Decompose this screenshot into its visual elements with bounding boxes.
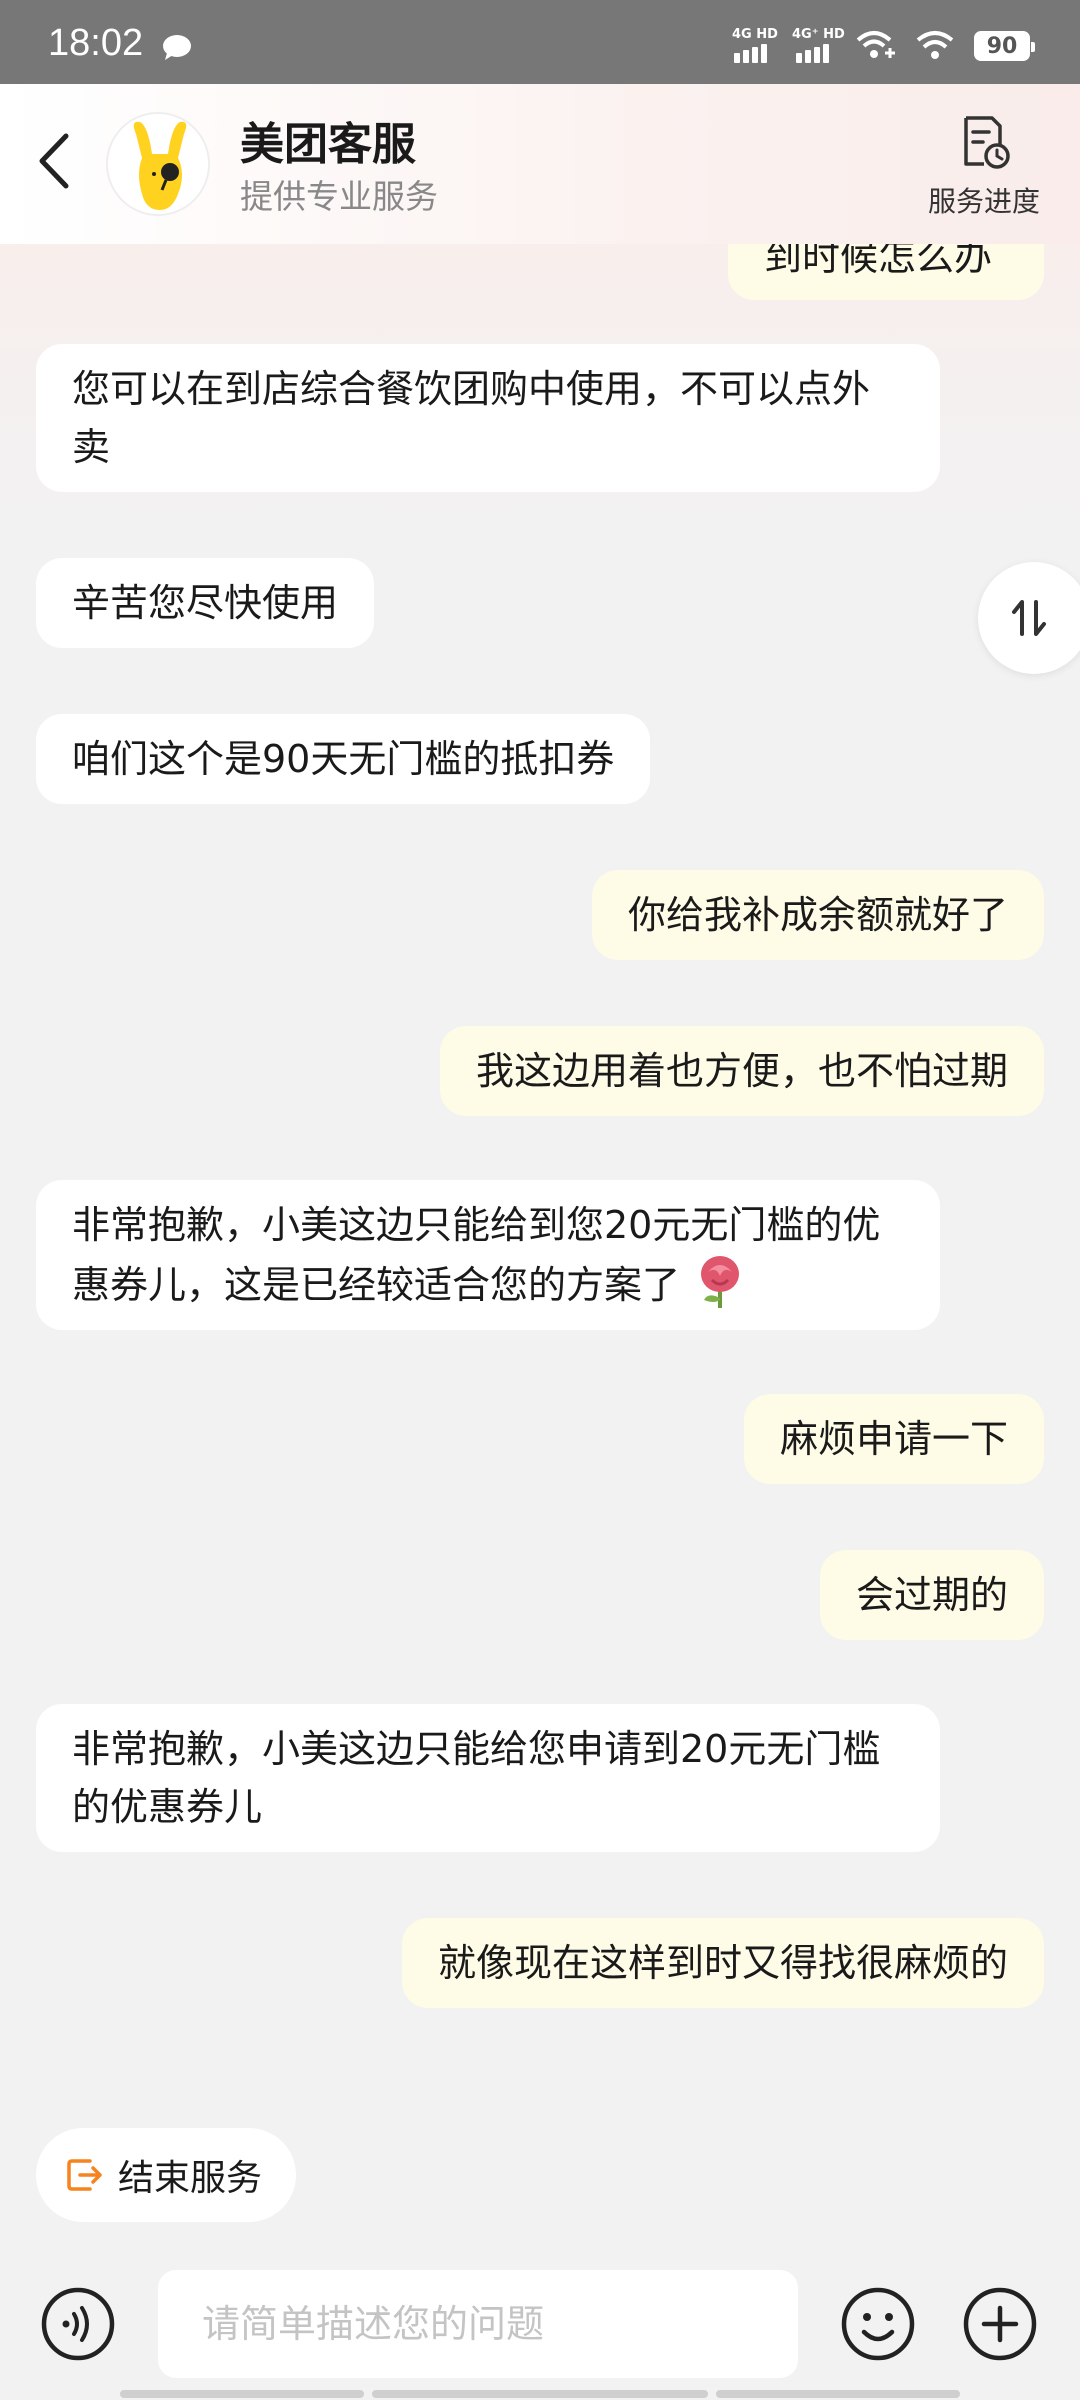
status-bar: 18:02 4G HD 4G⁺ HD 90 (0, 0, 1080, 84)
end-service-label: 结束服务 (118, 2158, 263, 2199)
end-service-button[interactable]: 结束服务 (36, 2128, 297, 2222)
input-bar (0, 2240, 1080, 2400)
rose-emoji-icon (701, 1256, 740, 1308)
scroll-toggle-button[interactable] (978, 562, 1080, 674)
message-bubble-incoming[interactable]: 非常抱歉，小美这边只能给到您20元无门槛的优惠券儿，这是已经较适合您的方案了 (36, 1180, 940, 1330)
avatar[interactable] (106, 112, 210, 216)
battery-indicator: 90 (974, 31, 1035, 61)
message-bubble-incoming[interactable]: 您可以在到店综合餐饮团购中使用，不可以点外卖 (36, 344, 940, 492)
chat-header: 美团客服 提供专业服务 服务进度 (0, 84, 1080, 244)
gesture-bar-segment (120, 2390, 364, 2398)
service-progress-label: 服务进度 (927, 185, 1040, 218)
message-input[interactable] (158, 2270, 798, 2378)
chat-area[interactable]: 到时候怎么办 您可以在到店综合餐饮团购中使用，不可以点外卖 辛苦您尽快使用 咱们… (0, 244, 1080, 2104)
gesture-bar-segment (372, 2390, 708, 2398)
document-clock-icon (964, 116, 1010, 169)
voice-input-icon[interactable] (40, 2286, 116, 2362)
wifi-icon (916, 31, 954, 59)
plus-icon[interactable] (962, 2286, 1038, 2362)
signal-2-icon: 4G⁺ HD (792, 27, 845, 63)
page-subtitle: 提供专业服务 (240, 177, 438, 216)
back-arrow-icon[interactable] (30, 126, 80, 196)
status-time: 18:02 (48, 22, 144, 64)
message-bubble-outgoing[interactable]: 会过期的 (819, 1550, 1044, 1640)
emoji-icon[interactable] (840, 2286, 916, 2362)
swap-vertical-icon (1012, 600, 1046, 636)
signal-1-icon: 4G HD (732, 27, 778, 63)
message-notification-icon (163, 35, 191, 60)
wifi-plus-icon (856, 31, 895, 58)
page-title: 美团客服 (240, 119, 416, 170)
message-bubble-outgoing[interactable]: 到时候怎么办 (728, 244, 1044, 300)
message-bubble-incoming[interactable]: 非常抱歉，小美这边只能给您申请到20元无门槛的优惠券儿 (36, 1704, 940, 1852)
message-bubble-outgoing[interactable]: 麻烦申请一下 (743, 1394, 1044, 1484)
mascot-avatar-icon (108, 114, 208, 214)
service-progress-button[interactable]: 服务进度 (924, 114, 1044, 220)
message-bubble-outgoing[interactable]: 我这边用着也方便，也不怕过期 (439, 1026, 1044, 1116)
message-bubble-outgoing[interactable]: 就像现在这样到时又得找很麻烦的 (401, 1918, 1044, 2008)
message-bubble-incoming[interactable]: 咱们这个是90天无门槛的抵扣券 (36, 714, 651, 804)
gesture-bar-segment (716, 2390, 960, 2398)
message-bubble-incoming[interactable]: 辛苦您尽快使用 (36, 558, 375, 648)
exit-icon (67, 2159, 102, 2191)
message-bubble-outgoing[interactable]: 你给我补成余额就好了 (591, 870, 1044, 960)
